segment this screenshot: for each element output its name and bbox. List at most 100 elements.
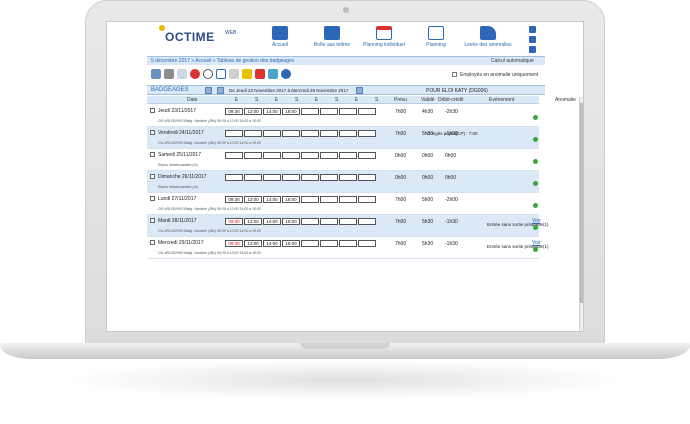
punch-cell[interactable] [301, 130, 319, 137]
row-checkbox[interactable] [150, 196, 155, 201]
list-icon[interactable] [177, 69, 187, 79]
badge-icon[interactable] [242, 69, 252, 79]
punch-cell[interactable]: 14:00 [263, 240, 281, 247]
punch-cell[interactable] [225, 130, 243, 137]
info-icon[interactable] [281, 69, 291, 79]
punch-cell[interactable] [358, 240, 376, 247]
table-icon[interactable] [151, 69, 161, 79]
voir-link[interactable]: Voir [532, 218, 541, 224]
punch-cell[interactable]: 09:30 [225, 240, 243, 247]
row-checkbox[interactable] [150, 152, 155, 157]
breadcrumb-path[interactable]: » Accueil » Tableau de gestion des badge… [191, 58, 294, 64]
search-icon[interactable] [205, 87, 212, 94]
add-users-icon[interactable] [164, 69, 174, 79]
punch-cell[interactable]: 12:00 [244, 108, 262, 115]
punch-cell[interactable] [282, 174, 300, 181]
add-punch-icon[interactable] [533, 137, 538, 142]
punch-cell[interactable] [225, 152, 243, 159]
punch-cell[interactable] [282, 130, 300, 137]
table-row[interactable]: Mercredi 29/11/2017 OG-6RU30/HS0 Batig. V… [147, 237, 549, 259]
add-punch-icon[interactable] [533, 203, 538, 208]
punch-cell[interactable] [263, 130, 281, 137]
add-punch-icon[interactable] [533, 181, 538, 186]
calc-auto-toggle[interactable]: Calcul automatique [491, 58, 534, 64]
punch-cell[interactable] [301, 152, 319, 159]
punch-cell[interactable]: 18:00 [282, 108, 300, 115]
punch-cell[interactable] [339, 174, 357, 181]
table-scrollbar[interactable] [579, 97, 583, 331]
calculator-icon[interactable] [268, 69, 278, 79]
punch-cell[interactable] [339, 218, 357, 225]
punch-cell[interactable] [244, 152, 262, 159]
punch-cell[interactable] [339, 130, 357, 137]
punch-cell[interactable] [320, 108, 338, 115]
row-checkbox[interactable] [150, 130, 155, 135]
punch-cell[interactable] [358, 108, 376, 115]
punch-cell[interactable] [282, 152, 300, 159]
prev-week-icon[interactable] [217, 87, 224, 94]
delete-icon[interactable] [255, 69, 265, 79]
punch-cell[interactable] [320, 218, 338, 225]
voir-link[interactable]: Voir [532, 240, 541, 246]
table-row[interactable]: Lundi 27/11/2017 OG-6RU30/HS0 Batig. Vari… [147, 193, 539, 215]
punch-cell[interactable] [358, 174, 376, 181]
breadcrumb-date[interactable]: 5 décembre 2017 [151, 58, 190, 64]
punch-cell[interactable] [225, 174, 243, 181]
table-row[interactable]: Vendredi 24/11/2017 OG-6RU30/HS0 Batig. V… [147, 127, 539, 149]
punch-cell[interactable] [301, 108, 319, 115]
validate-icon[interactable] [203, 69, 213, 79]
punch-cell[interactable] [301, 174, 319, 181]
punch-cell[interactable]: 09:30 [225, 196, 243, 203]
nav-item-levee-anomalies[interactable]: Levée des anomalies [458, 24, 518, 54]
row-checkbox[interactable] [150, 240, 155, 245]
add-punch-icon[interactable] [533, 225, 538, 230]
punch-cell[interactable]: 16:00 [282, 240, 300, 247]
home-small-icon[interactable] [529, 26, 536, 33]
punch-cell[interactable] [358, 152, 376, 159]
calendar-tool-icon[interactable] [216, 69, 226, 79]
punch-cell[interactable] [358, 218, 376, 225]
nav-item-accueil[interactable]: Accueil [250, 24, 310, 54]
punch-cell[interactable] [320, 174, 338, 181]
punch-cell[interactable] [320, 240, 338, 247]
row-checkbox[interactable] [150, 218, 155, 223]
next-week-icon[interactable] [356, 87, 363, 94]
punch-cell[interactable]: 16:00 [282, 196, 300, 203]
punch-cell[interactable]: 14:00 [263, 196, 281, 203]
nav-item-boite-aux-lettres[interactable]: Boîte aux lettres [302, 24, 362, 54]
nav-item-planning-individuel[interactable]: Planning individuel [354, 24, 414, 54]
punch-cell[interactable]: 12:00 [244, 218, 262, 225]
row-checkbox[interactable] [150, 174, 155, 179]
punch-cell[interactable] [263, 174, 281, 181]
table-row[interactable]: Mardi 28/11/2017 OG-6RU30/HS0 Batig. Vari… [147, 215, 549, 237]
scrollbar-thumb[interactable] [580, 103, 583, 303]
punch-cell[interactable] [263, 152, 281, 159]
punch-cell[interactable] [301, 218, 319, 225]
anomaly-only-checkbox[interactable] [452, 72, 457, 77]
punch-cell[interactable] [320, 196, 338, 203]
add-punch-icon[interactable] [533, 159, 538, 164]
add-punch-icon[interactable] [533, 247, 538, 252]
table-row[interactable]: Jeudi 23/11/2017 OG-6RU30/HS0 Batig. Vari… [147, 105, 539, 127]
logout-icon[interactable] [529, 36, 536, 43]
punch-cell[interactable]: 16:00 [282, 218, 300, 225]
punch-cell[interactable] [320, 152, 338, 159]
clock-icon[interactable] [229, 69, 239, 79]
punch-cell[interactable] [339, 240, 357, 247]
nav-item-planning[interactable]: Planning [406, 24, 466, 54]
punch-cell[interactable] [301, 240, 319, 247]
punch-cell[interactable] [358, 130, 376, 137]
add-icon[interactable] [190, 69, 200, 79]
punch-cell[interactable] [244, 174, 262, 181]
punch-cell[interactable] [339, 196, 357, 203]
punch-cell[interactable]: 12:00 [244, 196, 262, 203]
table-row[interactable]: Samedi 25/11/2017 Repos hebdomadaire (rh)… [147, 149, 539, 171]
add-punch-icon[interactable] [533, 115, 538, 120]
punch-cell[interactable] [339, 152, 357, 159]
punch-cell[interactable] [358, 196, 376, 203]
help-icon[interactable] [529, 46, 536, 53]
table-row[interactable]: Dimanche 26/11/2017 Repos hebdomadaire (r… [147, 171, 539, 193]
punch-cell[interactable] [244, 130, 262, 137]
punch-cell[interactable]: 14:00 [263, 218, 281, 225]
punch-cell[interactable]: 09:30 [225, 218, 243, 225]
